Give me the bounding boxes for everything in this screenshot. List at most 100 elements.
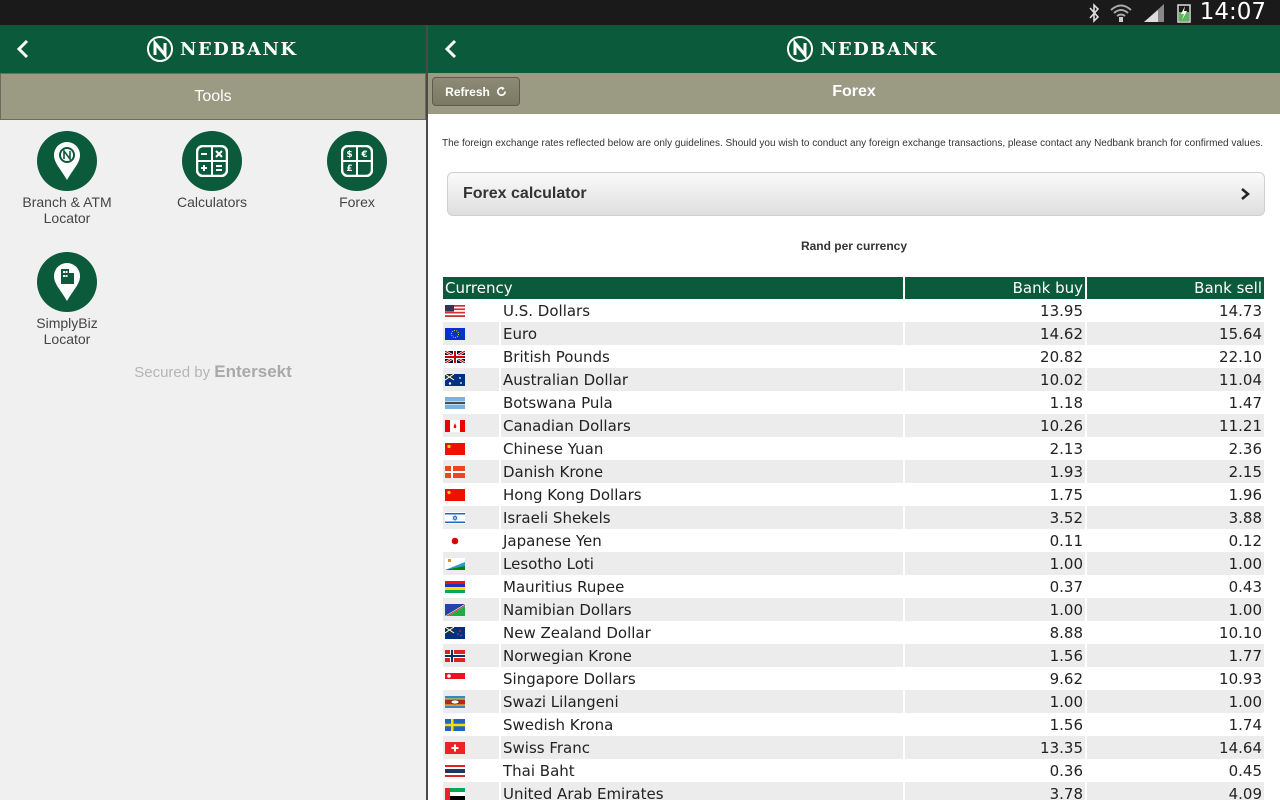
svg-text:£: £: [346, 164, 352, 174]
flag-cell: [443, 690, 501, 713]
bank-buy-value: 2.13: [905, 437, 1087, 460]
bank-buy-value: 0.37: [905, 575, 1087, 598]
table-row: Norwegian Krone 1.56 1.77: [443, 644, 1264, 667]
table-row: Euro 14.62 15.64: [443, 322, 1264, 345]
status-bar: 14:07: [0, 0, 1280, 25]
bank-sell-value: 2.15: [1087, 460, 1264, 483]
brand-name: NEDBANK: [820, 38, 938, 60]
tile-label: Calculators: [176, 194, 248, 210]
entersekt-brand: Entersekt: [214, 362, 292, 381]
currency-name: Danish Krone: [501, 460, 905, 483]
tile-label: Locator: [43, 331, 91, 347]
currency-name: Swazi Lilangeni: [501, 690, 905, 713]
left-header: NEDBANK: [0, 25, 426, 73]
forex-rates-table: Currency Bank buy Bank sell U.S. Dollars…: [443, 277, 1264, 800]
flag-nz-icon: [445, 627, 465, 639]
flag-cell: [443, 713, 501, 736]
currency-name: Botswana Pula: [501, 391, 905, 414]
flag-cell: [443, 598, 501, 621]
flag-ls-icon: [445, 558, 465, 570]
building-pin-icon: [54, 263, 80, 301]
bank-buy-value: 10.26: [905, 414, 1087, 437]
table-row: Thai Baht 0.36 0.45: [443, 759, 1264, 782]
bank-sell-value: 14.73: [1219, 301, 1262, 320]
brand-name: NEDBANK: [180, 38, 298, 60]
table-row: Mauritius Rupee 0.37 0.43: [443, 575, 1264, 598]
status-icons: [1088, 2, 1192, 24]
tile-branch-atm-locator[interactable]: Branch & ATM Locator: [7, 131, 127, 226]
flag-cn-icon: [445, 443, 465, 455]
currency-name: Namibian Dollars: [501, 598, 905, 621]
currency-name: New Zealand Dollar: [501, 621, 905, 644]
table-row: Japanese Yen 0.11 0.12: [443, 529, 1264, 552]
tile-calculators[interactable]: Calculators: [152, 131, 272, 210]
table-row: Namibian Dollars 1.00 1.00: [443, 598, 1264, 621]
flag-bw-icon: [445, 397, 465, 409]
right-header: NEDBANK: [428, 25, 1280, 73]
bank-sell-value: 11.04: [1087, 368, 1264, 391]
flag-cell: [443, 345, 501, 368]
flag-cell: [443, 483, 501, 506]
nedbank-emblem-icon: [147, 36, 173, 62]
flag-eu-icon: [445, 328, 465, 340]
bank-buy-value: 1.56: [905, 713, 1087, 736]
flag-cell: [443, 575, 501, 598]
nedbank-emblem-icon: [787, 36, 813, 62]
back-arrow-icon[interactable]: [12, 37, 36, 61]
svg-text:€: €: [360, 150, 367, 160]
flag-no-icon: [445, 650, 465, 662]
flag-cell: [443, 506, 501, 529]
page-title: Forex: [832, 83, 876, 100]
table-row: Lesotho Loti 1.00 1.00: [443, 552, 1264, 575]
table-row: British Pounds 20.82 22.10: [443, 345, 1264, 368]
flag-na-icon: [445, 604, 465, 616]
table-row: Israeli Shekels 3.52 3.88: [443, 506, 1264, 529]
flag-th-icon: [445, 765, 465, 777]
tile-label: Branch & ATM: [22, 194, 112, 210]
refresh-button[interactable]: Refresh: [432, 77, 520, 106]
table-row: Australian Dollar 10.02 11.04: [443, 368, 1264, 391]
forex-calculator-label: Forex calculator: [463, 185, 587, 202]
column-header-bank-sell: Bank sell: [1087, 277, 1264, 299]
flag-ae-icon: [445, 788, 465, 800]
forex-calculator-icon: $ € £: [341, 145, 373, 177]
flag-cell: [443, 368, 501, 391]
bank-buy-value: 8.88: [905, 621, 1087, 644]
table-row: Danish Krone 1.93 2.15: [443, 460, 1264, 483]
flag-cell: [443, 437, 501, 460]
table-row: U.S. Dollars 13.95 14.73: [443, 299, 1264, 322]
flag-cell: [443, 460, 501, 483]
battery-charging-icon: [1177, 4, 1191, 23]
tools-panel: NEDBANK Tools Branch & ATM Locator Calcu…: [0, 25, 426, 800]
bank-sell-value: 1.47: [1228, 393, 1262, 412]
table-row: New Zealand Dollar 8.88 10.10: [443, 621, 1264, 644]
currency-name: Hong Kong Dollars: [501, 483, 905, 506]
currency-name: Norwegian Krone: [501, 644, 905, 667]
forex-calculator-button[interactable]: Forex calculator: [447, 172, 1265, 216]
currency-name: Lesotho Loti: [501, 552, 905, 575]
refresh-label: Refresh: [445, 84, 490, 99]
flag-gb-icon: [445, 351, 465, 363]
secured-by-entersekt: Secured by Entersekt: [0, 362, 426, 382]
table-row: Swedish Krona 1.56 1.74: [443, 713, 1264, 736]
back-arrow-icon[interactable]: [440, 37, 464, 61]
nedbank-logo: NEDBANK: [786, 34, 938, 64]
bank-sell-value: 3.88: [1087, 506, 1264, 529]
flag-jp-icon: [445, 535, 465, 547]
flag-cell: [443, 391, 501, 414]
bank-sell-value: 1.00: [1087, 598, 1264, 621]
flag-cell: [443, 414, 501, 437]
tile-simplybiz-locator[interactable]: SimplyBiz Locator: [7, 252, 127, 347]
table-row: Swazi Lilangeni 1.00 1.00: [443, 690, 1264, 713]
flag-cell: [443, 299, 501, 322]
bank-buy-value: 1.00: [905, 690, 1087, 713]
bank-sell-value: 10.93: [1219, 669, 1262, 688]
bank-sell-value: 1.00: [1087, 690, 1264, 713]
chevron-right-icon: [1241, 188, 1250, 200]
flag-sz-icon: [445, 696, 465, 708]
tile-forex[interactable]: $ € £ Forex: [297, 131, 417, 210]
tile-label: Forex: [339, 194, 375, 210]
currency-name: Japanese Yen: [501, 529, 905, 552]
tile-label: SimplyBiz: [36, 315, 98, 331]
flag-us-icon: [445, 305, 465, 317]
